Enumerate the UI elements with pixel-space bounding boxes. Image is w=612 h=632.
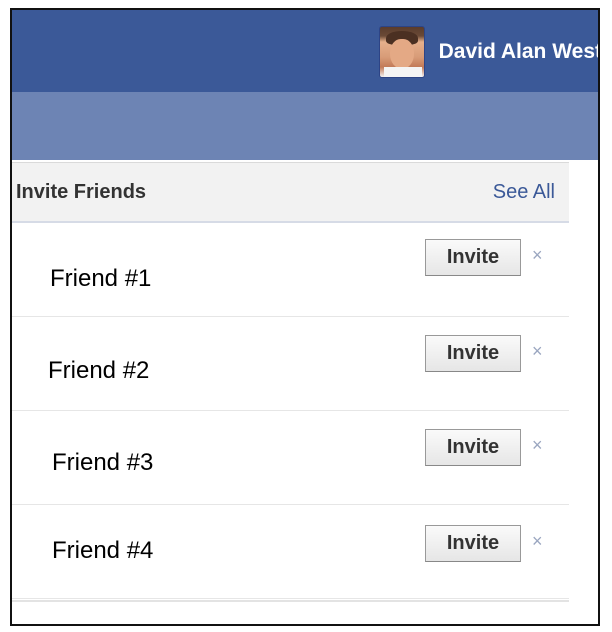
dismiss-icon[interactable]: ×	[532, 245, 543, 266]
secondary-bar	[12, 92, 598, 160]
friend-name: Friend #1	[50, 265, 152, 292]
invite-button[interactable]: Invite	[425, 525, 521, 562]
friend-row: Friend #3 Invite ×	[12, 411, 569, 505]
panel-header: Invite Friends See All	[12, 162, 569, 223]
friend-name: Friend #4	[52, 537, 154, 564]
friend-name: Friend #2	[48, 357, 150, 384]
user-profile-link[interactable]: David Alan West	[378, 26, 598, 78]
friend-row: Friend #2 Invite ×	[12, 317, 569, 411]
divider	[12, 600, 569, 602]
top-navigation-bar: David Alan West	[12, 10, 598, 93]
dismiss-icon[interactable]: ×	[532, 531, 543, 552]
invite-button[interactable]: Invite	[425, 335, 521, 372]
friend-row: Friend #4 Invite ×	[12, 505, 569, 599]
friend-row: Friend #1 Invite ×	[12, 223, 569, 317]
invite-button[interactable]: Invite	[425, 239, 521, 276]
panel-title: Invite Friends	[16, 181, 147, 203]
screen-frame: David Alan West Invite Friends See All F…	[10, 8, 600, 626]
avatar-face	[389, 39, 414, 69]
invite-friends-panel: Invite Friends See All Friend #1 Invite …	[12, 162, 569, 599]
dismiss-icon[interactable]: ×	[532, 341, 543, 362]
friend-name: Friend #3	[52, 449, 154, 476]
avatar[interactable]	[378, 26, 425, 78]
user-name[interactable]: David Alan West	[439, 40, 598, 64]
dismiss-icon[interactable]: ×	[532, 435, 543, 456]
avatar-collar	[383, 67, 422, 77]
see-all-link[interactable]: See All	[493, 181, 555, 204]
invite-button[interactable]: Invite	[425, 429, 521, 466]
